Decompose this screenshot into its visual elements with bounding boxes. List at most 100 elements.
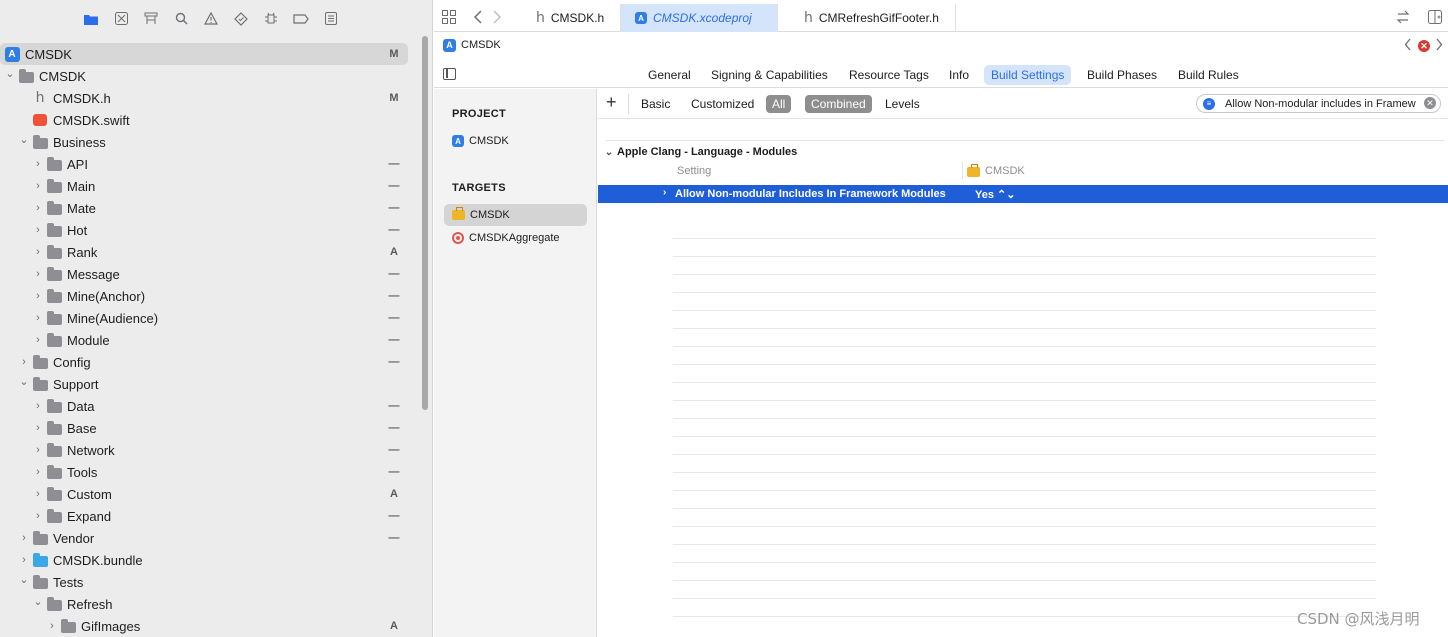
jump-bar[interactable]: A CMSDK (434, 34, 1448, 56)
tree-row[interactable]: › Vendor — (0, 527, 412, 549)
filter-button[interactable]: Basic (635, 95, 676, 113)
grid-icon[interactable] (442, 10, 456, 27)
tree-row[interactable]: › GifImages A (0, 615, 412, 637)
settings-tab[interactable]: General (641, 65, 698, 85)
tree-row[interactable]: › Base — (0, 417, 412, 439)
project-item[interactable]: A CMSDK (444, 130, 587, 152)
tree-row[interactable]: › Expand — (0, 505, 412, 527)
tree-row[interactable]: › Network — (0, 439, 412, 461)
chevron-right-icon[interactable]: › (32, 263, 44, 285)
forward-icon[interactable] (492, 9, 502, 28)
chevron-right-icon[interactable]: › (32, 285, 44, 307)
add-setting-button[interactable]: + (606, 92, 617, 113)
filter-divider (628, 94, 629, 114)
settings-tab[interactable]: Info (942, 65, 976, 85)
error-icon[interactable]: ✕ (1418, 40, 1430, 52)
chevron-right-icon[interactable]: › (32, 153, 44, 175)
chevron-right-icon[interactable]: › (32, 219, 44, 241)
symbol-icon[interactable] (136, 9, 166, 29)
settings-tab[interactable]: Signing & Capabilities (704, 65, 835, 85)
test-icon[interactable] (226, 9, 256, 29)
chevron-right-icon[interactable]: › (18, 527, 30, 549)
tree-row[interactable]: › CMSDK.bundle (0, 549, 412, 571)
tree-row[interactable]: › API — (0, 153, 412, 175)
filter-button[interactable]: Levels (879, 95, 926, 113)
tree-row[interactable]: ⌄ Tests (0, 571, 412, 593)
issue-icon[interactable] (196, 9, 226, 29)
tree-row[interactable]: › Module — (0, 329, 412, 351)
chevron-right-icon[interactable]: › (32, 439, 44, 461)
settings-tab[interactable]: Resource Tags (842, 65, 936, 85)
tree-row[interactable]: › Main — (0, 175, 412, 197)
folder-icon (46, 241, 62, 263)
editor-tab[interactable]: h CMSDK.h (522, 4, 621, 32)
tree-row[interactable]: › Mine(Audience) — (0, 307, 412, 329)
editor-tab[interactable]: h CMRefreshGifFooter.h (790, 4, 956, 32)
folder-icon[interactable] (76, 9, 106, 29)
tree-row[interactable]: › Hot — (0, 219, 412, 241)
tree-row[interactable]: › Message — (0, 263, 412, 285)
tree-row[interactable]: › Rank A (0, 241, 412, 263)
chevron-right-icon[interactable]: › (32, 175, 44, 197)
tree-row[interactable]: A CMSDK M (0, 43, 408, 65)
prev-issue-icon[interactable] (1404, 38, 1412, 54)
chevron-right-icon[interactable]: › (32, 307, 44, 329)
search-input[interactable] (1225, 97, 1423, 110)
filter-button[interactable]: Combined (805, 95, 872, 113)
chevron-down-icon[interactable]: ⌄ (4, 63, 16, 85)
tree-row[interactable]: ⌄ Refresh (0, 593, 412, 615)
settings-tab[interactable]: Build Settings (984, 65, 1072, 85)
chevron-down-icon[interactable]: ⌄ (18, 371, 30, 393)
chevron-right-icon[interactable]: › (32, 197, 44, 219)
debug-icon[interactable] (256, 9, 286, 29)
chevron-right-icon[interactable]: › (32, 461, 44, 483)
tree-row-label: Module (67, 332, 110, 348)
tree-row[interactable]: ⌄ Business (0, 131, 412, 153)
tree-row[interactable]: ⌄ Support (0, 373, 412, 395)
settings-tab[interactable]: Build Rules (1171, 65, 1246, 85)
chevron-right-icon[interactable]: › (32, 395, 44, 417)
back-icon[interactable] (473, 9, 483, 28)
breakpoint-icon[interactable] (286, 9, 316, 29)
navigator-scrollbar[interactable] (422, 36, 428, 410)
folder-icon (46, 307, 62, 329)
chevron-right-icon[interactable]: › (32, 483, 44, 505)
add-editor-icon[interactable] (1428, 10, 1442, 27)
report-icon[interactable] (316, 9, 346, 29)
tree-row[interactable]: › Mate — (0, 197, 412, 219)
chevron-right-icon[interactable]: › (32, 505, 44, 527)
next-issue-icon[interactable] (1435, 38, 1443, 54)
chevron-right-icon[interactable]: › (32, 241, 44, 263)
editor-tab[interactable]: A CMSDK.xcodeproj (621, 4, 778, 32)
chevron-down-icon[interactable]: ⌄ (32, 591, 44, 613)
chevron-right-icon[interactable]: › (32, 417, 44, 439)
filter-button[interactable]: All (766, 95, 792, 113)
source-control-icon[interactable] (106, 9, 136, 29)
setting-value-popup[interactable]: Yes ⌃⌄ (975, 188, 1015, 201)
swap-icon[interactable] (1396, 10, 1410, 27)
tree-row[interactable]: ⌄ CMSDK (0, 65, 412, 87)
tree-row[interactable]: CMSDK.swift (0, 109, 412, 131)
tree-row[interactable]: › Tools — (0, 461, 412, 483)
filter-button[interactable]: Customized (685, 95, 760, 113)
chevron-right-icon[interactable]: › (46, 615, 58, 637)
tree-row[interactable]: › Custom A (0, 483, 412, 505)
folder-icon (60, 615, 76, 637)
tree-row[interactable]: › Mine(Anchor) — (0, 285, 412, 307)
chevron-right-icon[interactable]: › (32, 329, 44, 351)
chevron-down-icon[interactable]: ⌄ (18, 569, 30, 591)
target-item-cmsdk[interactable]: CMSDK (444, 204, 587, 226)
sidebar-toggle-icon[interactable] (443, 68, 456, 80)
search-field[interactable]: ≡ ✕ (1196, 94, 1441, 113)
settings-tab[interactable]: Build Phases (1080, 65, 1164, 85)
tree-row[interactable]: › Config — (0, 351, 412, 373)
clear-search-icon[interactable]: ✕ (1424, 97, 1436, 109)
chevron-down-icon[interactable]: ⌄ (18, 129, 30, 151)
target-item-cmsdkaggregate[interactable]: CMSDKAggregate (444, 227, 587, 249)
search-icon[interactable] (166, 9, 196, 29)
tree-row[interactable]: › Data — (0, 395, 412, 417)
empty-row (673, 275, 1376, 293)
section-header[interactable]: ⌄ Apple Clang - Language - Modules (598, 144, 797, 160)
setting-row-selected[interactable]: › Allow Non-modular Includes In Framewor… (598, 185, 1448, 203)
tree-row[interactable]: h CMSDK.h M (0, 87, 412, 109)
